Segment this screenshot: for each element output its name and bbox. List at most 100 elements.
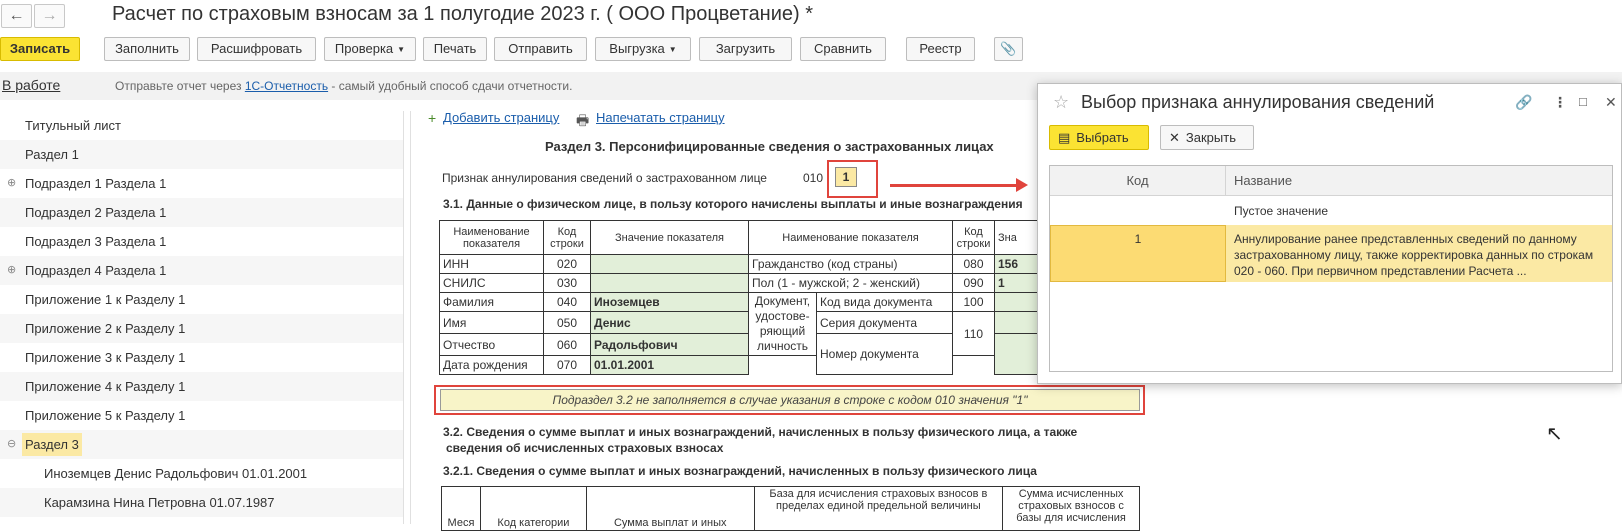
tree-item-subsection-1-1[interactable]: ⊕ Подраздел 1 Раздела 1	[0, 169, 406, 198]
column-header-name[interactable]: Название	[1226, 166, 1612, 196]
row-value-2-input[interactable]: 156	[994, 254, 1039, 274]
row-value-2-input[interactable]	[994, 333, 1039, 375]
compare-button[interactable]: Сравнить	[800, 37, 886, 61]
tree-item-appendix-1[interactable]: Приложение 1 к Разделу 1	[0, 285, 406, 314]
arrow-right-icon	[1016, 178, 1028, 192]
tree-item-title-page[interactable]: Титульный лист	[0, 111, 406, 140]
add-page-link[interactable]: Добавить страницу	[443, 110, 559, 125]
row-value-input[interactable]: Радольфович	[590, 333, 749, 356]
row-value-2-input[interactable]	[994, 311, 1039, 334]
row-value-input[interactable]	[590, 254, 749, 274]
row-code-2: 110	[952, 311, 995, 356]
window-title: Расчет по страховым взносам за 1 полугод…	[112, 3, 814, 25]
tree-item-section-3[interactable]: ⊖ Раздел 3	[0, 430, 406, 459]
tree-item-label: Подраздел 3 Раздела 1	[25, 234, 167, 249]
caret-down-icon: ▼	[397, 45, 406, 54]
info-text-before: Отправьте отчет через	[115, 79, 245, 93]
grid-row-empty[interactable]: Пустое значение	[1050, 197, 1612, 225]
header-code-2: Код строки	[952, 220, 995, 255]
decode-button[interactable]: Расшифровать	[197, 37, 316, 61]
expand-plus-icon[interactable]: ⊕	[7, 256, 16, 285]
tree-item-person-2[interactable]: Карамзина Нина Петровна 01.07.1987	[0, 488, 406, 517]
maximize-icon[interactable]: □	[1579, 94, 1587, 109]
tree-item-appendix-4[interactable]: Приложение 4 к Разделу 1	[0, 372, 406, 401]
export-button[interactable]: Выгрузка ▼	[595, 37, 691, 61]
row-code: 050	[543, 311, 591, 334]
tree-item-label: Приложение 1 к Разделу 1	[25, 292, 186, 307]
tree-item-subsection-4-1[interactable]: ⊕ Подраздел 4 Раздела 1	[0, 256, 406, 285]
panel-splitter[interactable]	[403, 111, 411, 524]
row-code: 070	[543, 355, 591, 375]
send-button[interactable]: Отправить	[494, 37, 587, 61]
subsection-3-1-title: 3.1. Данные о физическом лице, в пользу …	[443, 197, 1023, 211]
1c-reporting-link[interactable]: 1С-Отчетность	[245, 79, 328, 93]
header-name-2: Наименование показателя	[748, 220, 953, 255]
row-value-2-input[interactable]: 1	[994, 273, 1039, 293]
annul-selection-dialog: ☆ Выбор признака аннулирования сведений …	[1037, 83, 1622, 384]
person-data-table: Наименование показателя Код строки Значе…	[439, 220, 1039, 375]
tree-item-label: Карамзина Нина Петровна 01.07.1987	[44, 495, 275, 510]
more-icon[interactable]: ⋮	[1553, 94, 1567, 111]
select-button-label: Выбрать	[1076, 130, 1129, 145]
tree-item-label: Титульный лист	[25, 118, 122, 133]
print-page-link[interactable]: Напечатать страницу	[596, 110, 725, 125]
row-value-input[interactable]: 01.01.2001	[590, 355, 749, 375]
print-button[interactable]: Печать	[423, 37, 487, 61]
row-name: Дата рождения	[439, 355, 544, 375]
registry-button[interactable]: Реестр	[906, 37, 975, 61]
collapse-minus-icon[interactable]: ⊖	[7, 430, 16, 459]
annul-highlight	[827, 160, 878, 198]
tree-item-appendix-3[interactable]: Приложение 3 к Разделу 1	[0, 343, 406, 372]
tree-item-label: Раздел 3	[22, 433, 82, 456]
grid-row-selected[interactable]: 1 Аннулирование ранее представленных све…	[1050, 225, 1612, 282]
row-value-2-input[interactable]	[994, 292, 1039, 312]
forward-button[interactable]: →	[34, 4, 65, 28]
arrow-left-icon: ←	[8, 7, 25, 24]
tree-item-appendix-2[interactable]: Приложение 2 к Разделу 1	[0, 314, 406, 343]
close-button[interactable]: ✕ Закрыть	[1160, 125, 1254, 150]
attach-button[interactable]: 📎	[994, 37, 1023, 61]
row-name-2: Серия документа	[816, 311, 953, 334]
fill-button[interactable]: Заполнить	[104, 37, 190, 61]
row-name-2: Пол (1 - мужской; 2 - женский)	[748, 273, 953, 293]
tree-item-appendix-5[interactable]: Приложение 5 к Разделу 1	[0, 401, 406, 430]
section-title: Раздел 3. Персонифицированные сведения о…	[545, 139, 994, 154]
select-icon: ▤	[1058, 130, 1071, 145]
row-name: Аннулирование ранее представленных сведе…	[1234, 232, 1594, 278]
header-code: Код строки	[543, 220, 591, 255]
row-name: Имя	[439, 311, 544, 334]
subsection-3-2-title-cont: сведения об исчисленных страховых взноса…	[446, 441, 724, 455]
back-button[interactable]: ←	[1, 4, 32, 28]
tree-item-section-1[interactable]: Раздел 1	[0, 140, 406, 169]
row-value-input[interactable]: Иноземцев	[590, 292, 749, 312]
expand-plus-icon[interactable]: ⊕	[7, 169, 16, 198]
header-value: Значение показателя	[590, 220, 749, 255]
close-icon[interactable]: ✕	[1605, 94, 1617, 111]
link-icon[interactable]: 🔗	[1515, 94, 1532, 111]
pointer-arrow	[890, 184, 1020, 187]
row-value-input[interactable]	[590, 273, 749, 293]
table-row: ИНН 020 Гражданство (код страны) 080 156	[439, 254, 1039, 274]
star-icon[interactable]: ☆	[1053, 92, 1069, 113]
row-code-2: 090	[952, 273, 995, 293]
tree-item-label: Приложение 5 к Разделу 1	[25, 408, 186, 423]
printer-icon: 🖶	[576, 112, 590, 128]
tree-item-subsection-2-1[interactable]: Подраздел 2 Раздела 1	[0, 198, 406, 227]
tree-item-subsection-3-1[interactable]: Подраздел 3 Раздела 1	[0, 227, 406, 256]
info-text-after: - самый удобный способ сдачи отчетности.	[328, 79, 573, 93]
load-button[interactable]: Загрузить	[699, 37, 792, 61]
check-button[interactable]: Проверка ▼	[324, 37, 416, 61]
notice-highlight	[434, 385, 1145, 415]
column-header-code[interactable]: Код	[1050, 166, 1226, 196]
save-button[interactable]: Записать	[0, 37, 80, 61]
values-grid: Код Название Пустое значение 1 Аннулиров…	[1049, 165, 1613, 372]
row-name-2: Номер документа	[816, 333, 953, 375]
row-code: 060	[543, 333, 591, 356]
select-button[interactable]: ▤ Выбрать	[1049, 125, 1149, 150]
row-value-input[interactable]: Денис	[590, 311, 749, 334]
tree-item-person-1[interactable]: Иноземцев Денис Радольфович 01.01.2001	[0, 459, 406, 488]
status-link[interactable]: В работе	[2, 77, 60, 93]
table-row: СНИЛС 030 Пол (1 - мужской; 2 - женский)…	[439, 273, 1039, 293]
export-button-label: Выгрузка	[609, 41, 665, 56]
tree-item-label: Приложение 2 к Разделу 1	[25, 321, 186, 336]
